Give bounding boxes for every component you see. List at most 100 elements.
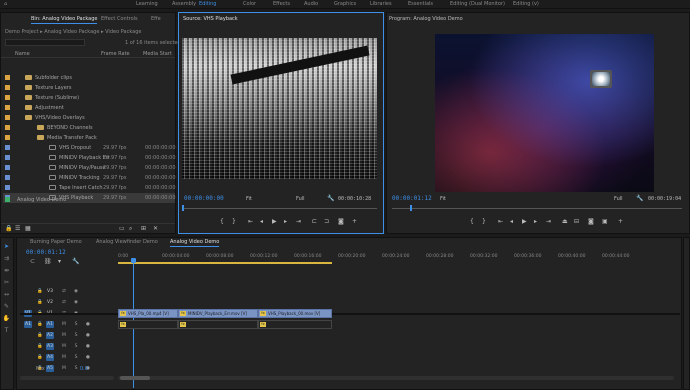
- workspace-editing[interactable]: Editing: [199, 1, 216, 7]
- mark-in-icon[interactable]: {: [220, 218, 224, 225]
- timeline-scrollbar[interactable]: [118, 376, 674, 380]
- timeline-timecode[interactable]: 00:00:01:12: [26, 249, 66, 256]
- tab-effect-controls[interactable]: Effect Controls: [101, 16, 138, 22]
- workspace-editing-v[interactable]: Editing (v): [513, 1, 539, 7]
- track-target-toggle[interactable]: [24, 332, 32, 339]
- type-tool-icon[interactable]: T: [2, 326, 11, 335]
- audio-clip-a1-1[interactable]: fx: [118, 320, 178, 329]
- go-to-in-icon[interactable]: ⇤: [248, 218, 253, 225]
- search-input[interactable]: [5, 39, 85, 46]
- audio-clip-a1-2[interactable]: fx: [178, 320, 258, 329]
- selection-tool-icon[interactable]: ➤: [2, 242, 11, 251]
- track-name[interactable]: A2: [46, 332, 54, 339]
- workspace-libraries[interactable]: Libraries: [370, 1, 392, 7]
- workspace-effects[interactable]: Effects: [273, 1, 290, 7]
- list-item[interactable]: Tape Insert Catch 29.97 fps 00:00:00:00: [3, 183, 176, 193]
- hand-icon[interactable]: ✋: [2, 314, 11, 323]
- list-item[interactable]: Subfolder clips: [3, 73, 175, 83]
- tab-sequence-2[interactable]: Analog Viewfinder Demo: [96, 239, 158, 245]
- track-target-toggle[interactable]: [24, 288, 32, 295]
- solo-toggle[interactable]: S: [72, 332, 80, 339]
- source-fit-select[interactable]: Fit: [246, 196, 252, 202]
- list-item[interactable]: Media Transfer Pack: [3, 133, 175, 143]
- audio-clip-a1-3[interactable]: fx: [258, 320, 332, 329]
- source-scrubber[interactable]: [182, 208, 377, 209]
- camera-icon[interactable]: ◙: [338, 218, 344, 225]
- program-playhead[interactable]: [410, 205, 412, 211]
- track-name[interactable]: V3: [46, 288, 54, 295]
- delete-icon[interactable]: ✕: [153, 225, 158, 232]
- slip-icon[interactable]: ↔: [2, 290, 11, 299]
- list-item[interactable]: MINIDV Play/Pause 29.97 fps 00:00:00:00: [3, 163, 176, 173]
- overwrite-icon[interactable]: ⊐: [324, 218, 329, 225]
- snap-icon[interactable]: ⊂: [30, 258, 35, 265]
- tab-bin[interactable]: Bin: Analog Video Package: [31, 16, 98, 24]
- track-name[interactable]: V2: [46, 299, 54, 306]
- lock-icon[interactable]: 🔒: [36, 332, 44, 339]
- mute-toggle[interactable]: M: [60, 343, 68, 350]
- program-quality-select[interactable]: Full: [614, 196, 623, 202]
- list-item[interactable]: Texture (Sublime): [3, 93, 175, 103]
- track-target-toggle[interactable]: [24, 343, 32, 350]
- search-icon[interactable]: ⌕: [129, 225, 132, 233]
- step-back-icon[interactable]: ◂: [260, 218, 263, 225]
- wrench-icon[interactable]: 🔧: [327, 195, 334, 202]
- track-name[interactable]: A5: [46, 365, 54, 372]
- list-item[interactable]: VHS Dropout 29.97 fps 00:00:00:00: [3, 143, 176, 153]
- go-to-out-icon[interactable]: ⇥: [546, 218, 551, 225]
- solo-toggle[interactable]: S: [72, 321, 80, 328]
- clip-v1-1[interactable]: fx VHS_Pla_00.mp4 [V]: [118, 309, 178, 318]
- source-quality-select[interactable]: Full: [296, 196, 305, 202]
- source-timecode[interactable]: 00:00:00:00: [184, 195, 224, 202]
- track-target-toggle[interactable]: [24, 354, 32, 361]
- go-to-in-icon[interactable]: ⇤: [498, 218, 503, 225]
- marker-icon[interactable]: ▾: [58, 258, 61, 265]
- comparison-icon[interactable]: ▣: [602, 218, 608, 225]
- grid-view-icon[interactable]: ▦: [25, 225, 31, 232]
- extract-icon[interactable]: ⊟: [574, 218, 579, 225]
- linked-icon[interactable]: ⛓: [44, 258, 52, 265]
- step-forward-icon[interactable]: ▸: [534, 218, 537, 225]
- microphone-icon[interactable]: ●: [84, 332, 92, 339]
- source-playhead[interactable]: [182, 205, 184, 211]
- track-target-toggle[interactable]: [24, 299, 32, 306]
- source-title[interactable]: Source: VHS Playback: [183, 16, 238, 22]
- clip-v1-2[interactable]: fx MINIDV_Playback_Err.mov [V]: [178, 309, 258, 318]
- tab-sequence-1[interactable]: Burning Paper Demo: [30, 239, 82, 245]
- program-scrubber[interactable]: [392, 208, 682, 209]
- column-framerate[interactable]: Frame Rate: [101, 51, 130, 57]
- lock-icon[interactable]: 🔒: [36, 354, 44, 361]
- clip-v1-3[interactable]: fx VHS_Playback_00.mov [V]: [258, 309, 332, 318]
- wrench-icon[interactable]: 🔧: [72, 258, 79, 265]
- mute-toggle[interactable]: M: [60, 354, 68, 361]
- microphone-icon[interactable]: ●: [84, 343, 92, 350]
- lock-icon[interactable]: 🔒: [36, 343, 44, 350]
- sync-lock-icon[interactable]: ⇄: [60, 288, 68, 295]
- timeline-scroll-thumb[interactable]: [120, 376, 150, 380]
- plus-icon[interactable]: +: [352, 218, 357, 225]
- work-area-bar[interactable]: [118, 262, 332, 264]
- program-title[interactable]: Program: Analog Video Demo: [389, 16, 463, 22]
- track-name[interactable]: A4: [46, 354, 54, 361]
- step-forward-icon[interactable]: ▸: [284, 218, 287, 225]
- workspace-learning[interactable]: Learning: [136, 1, 158, 7]
- list-item[interactable]: MINIDV Tracking 29.97 fps 00:00:00:00: [3, 173, 176, 183]
- sync-lock-icon[interactable]: ⇄: [60, 299, 68, 306]
- lift-icon[interactable]: ⏏: [562, 218, 568, 225]
- list-item[interactable]: Adjustment: [3, 103, 175, 113]
- plus-icon[interactable]: +: [618, 218, 623, 225]
- eye-icon[interactable]: ◉: [72, 288, 80, 295]
- mix-value[interactable]: 0.0: [80, 366, 88, 372]
- go-to-out-icon[interactable]: ⇥: [296, 218, 301, 225]
- solo-toggle[interactable]: S: [72, 365, 80, 372]
- new-bin-icon[interactable]: ▭: [119, 225, 125, 232]
- microphone-icon[interactable]: ●: [84, 321, 92, 328]
- new-item-icon[interactable]: ⊞: [141, 225, 146, 232]
- mute-toggle[interactable]: M: [60, 321, 68, 328]
- microphone-icon[interactable]: ●: [84, 354, 92, 361]
- track-select-icon[interactable]: ⇉: [2, 254, 11, 263]
- list-item[interactable]: VHS/Video Overlays: [3, 113, 175, 123]
- mark-out-icon[interactable]: }: [482, 218, 486, 225]
- solo-toggle[interactable]: S: [72, 343, 80, 350]
- home-icon[interactable]: ⌂: [4, 1, 7, 7]
